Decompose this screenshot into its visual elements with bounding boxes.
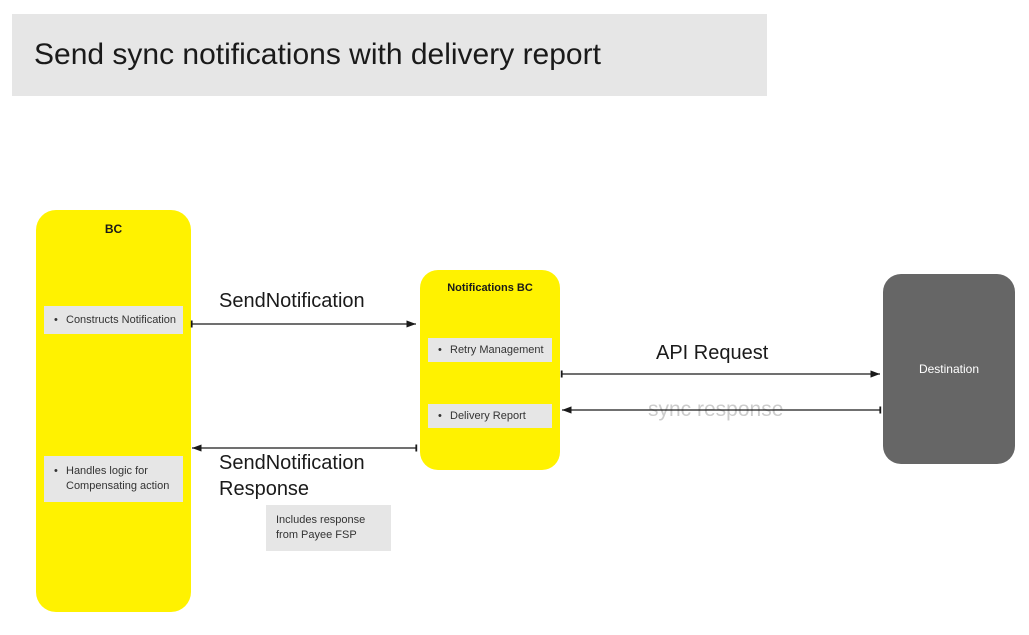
notifications-item-retry: Retry Management xyxy=(428,338,552,362)
notifications-title: Notifications BC xyxy=(420,282,560,294)
arrow-label-sync: sync response xyxy=(648,398,783,422)
title-bar: Send sync notifications with delivery re… xyxy=(12,14,767,96)
destination-label: Destination xyxy=(919,362,979,376)
arrow-label-response-line1: SendNotification xyxy=(219,452,365,475)
bc-container: BC Constructs Notification Handles logic… xyxy=(36,210,191,612)
page-title: Send sync notifications with delivery re… xyxy=(34,38,601,72)
arrow-label-response-line2: Response xyxy=(219,478,309,501)
destination-container: Destination xyxy=(883,274,1015,464)
notifications-container: Notifications BC Retry Management Delive… xyxy=(420,270,560,470)
arrow-label-send: SendNotification xyxy=(219,290,365,313)
bc-title: BC xyxy=(36,222,191,236)
notifications-item-delivery: Delivery Report xyxy=(428,404,552,428)
bc-item-constructs: Constructs Notification xyxy=(44,306,183,334)
bc-item-compensating: Handles logic for Compensating action xyxy=(44,456,183,502)
response-note: Includes response from Payee FSP xyxy=(266,505,391,551)
arrow-label-api: API Request xyxy=(656,342,768,365)
